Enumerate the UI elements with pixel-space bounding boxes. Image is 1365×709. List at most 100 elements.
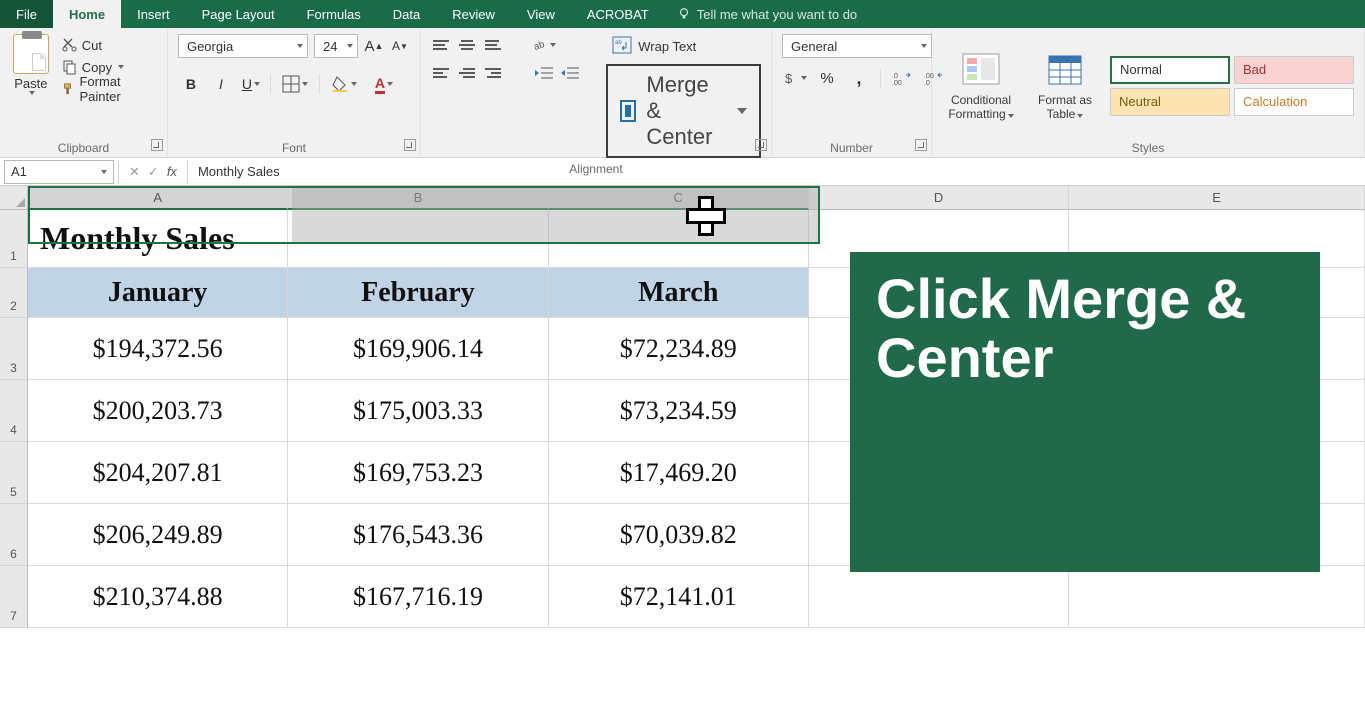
cell[interactable]: March — [549, 268, 809, 318]
column-header-C[interactable]: C — [549, 186, 809, 210]
tab-formulas[interactable]: Formulas — [291, 0, 377, 28]
cell[interactable]: $210,374.88 — [28, 566, 288, 628]
tell-me[interactable]: Tell me what you want to do — [665, 0, 869, 28]
cut-button[interactable]: Cut — [58, 34, 157, 56]
number-dialog-launcher[interactable] — [915, 139, 927, 151]
merge-center-button[interactable]: Merge & Center — [606, 64, 761, 158]
style-calculation[interactable]: Calculation — [1234, 88, 1354, 116]
cell[interactable]: $200,203.73 — [28, 380, 288, 442]
paste-button[interactable]: Paste — [10, 34, 52, 95]
cell-styles-gallery[interactable]: Normal Bad Neutral Calculation — [1110, 56, 1354, 116]
row-header-4[interactable]: 4 — [0, 380, 28, 442]
tab-page-layout[interactable]: Page Layout — [186, 0, 291, 28]
column-header-A[interactable]: A — [28, 186, 288, 210]
fp-label: Format Painter — [79, 74, 153, 104]
cancel-icon[interactable]: ✕ — [129, 164, 140, 180]
row-header-5[interactable]: 5 — [0, 442, 28, 504]
font-size-combo[interactable]: 24 — [314, 34, 358, 58]
column-header-D[interactable]: D — [809, 186, 1069, 210]
italic-button[interactable]: I — [208, 72, 234, 96]
clipboard-dialog-launcher[interactable] — [151, 139, 163, 151]
cell[interactable] — [288, 210, 548, 268]
row-header-3[interactable]: 3 — [0, 318, 28, 380]
align-bottom-button[interactable] — [483, 34, 507, 56]
align-center-button[interactable] — [457, 62, 481, 84]
cell[interactable]: $206,249.89 — [28, 504, 288, 566]
merge-label: Merge & Center — [646, 72, 725, 150]
cell[interactable]: $167,716.19 — [288, 566, 548, 628]
increase-indent-button[interactable] — [558, 62, 582, 84]
accounting-button[interactable]: $ — [782, 66, 808, 90]
orientation-button[interactable]: ab — [532, 34, 556, 56]
wrap-text-button[interactable]: ab Wrap Text — [606, 34, 761, 58]
font-color-button[interactable]: A — [366, 72, 402, 96]
align-left-button[interactable] — [431, 62, 455, 84]
bold-button[interactable]: B — [178, 72, 204, 96]
cell[interactable]: January — [28, 268, 288, 318]
format-as-table-button[interactable]: Format as Table — [1026, 46, 1104, 124]
tab-review[interactable]: Review — [436, 0, 511, 28]
tab-view[interactable]: View — [511, 0, 571, 28]
format-painter-button[interactable]: Format Painter — [58, 78, 157, 100]
column-header-B[interactable]: B — [288, 186, 548, 210]
cell[interactable] — [809, 566, 1069, 628]
column-header-E[interactable]: E — [1069, 186, 1365, 210]
font-name-combo[interactable]: Georgia — [178, 34, 308, 58]
number-format-combo[interactable]: General — [782, 34, 932, 58]
cell[interactable]: $175,003.33 — [288, 380, 548, 442]
conditional-formatting-button[interactable]: Conditional Formatting — [942, 46, 1020, 124]
name-box[interactable]: A1 — [4, 160, 114, 184]
borders-button[interactable] — [277, 72, 313, 96]
cell[interactable]: $72,141.01 — [549, 566, 809, 628]
cell[interactable]: $73,234.59 — [549, 380, 809, 442]
cell[interactable]: February — [288, 268, 548, 318]
style-bad[interactable]: Bad — [1234, 56, 1354, 84]
name-box-value: A1 — [11, 164, 27, 179]
increase-decimal-button[interactable]: .0.00 — [889, 66, 915, 90]
styles-group-label: Styles — [942, 137, 1354, 155]
percent-button[interactable]: % — [814, 66, 840, 90]
cell[interactable]: $169,906.14 — [288, 318, 548, 380]
align-middle-button[interactable] — [457, 34, 481, 56]
row-header-1[interactable]: 1 — [0, 210, 28, 268]
comma-button[interactable]: , — [846, 66, 872, 90]
tab-data[interactable]: Data — [377, 0, 436, 28]
bulb-icon — [677, 7, 691, 21]
tab-insert[interactable]: Insert — [121, 0, 186, 28]
fx-icon[interactable]: fx — [167, 164, 177, 179]
tab-file[interactable]: File — [0, 0, 53, 28]
row-header-7[interactable]: 7 — [0, 566, 28, 628]
style-neutral[interactable]: Neutral — [1110, 88, 1230, 116]
decrease-font-button[interactable]: A▼ — [390, 35, 410, 57]
font-dialog-launcher[interactable] — [404, 139, 416, 151]
align-top-button[interactable] — [431, 34, 455, 56]
clipboard-group-label: Clipboard — [10, 137, 157, 155]
tab-home[interactable]: Home — [53, 0, 121, 28]
format-as-table-icon — [1045, 50, 1085, 90]
row-header-6[interactable]: 6 — [0, 504, 28, 566]
cell[interactable] — [1069, 566, 1365, 628]
cell[interactable]: Monthly Sales — [28, 210, 288, 268]
cell[interactable]: $176,543.36 — [288, 504, 548, 566]
cell[interactable]: $72,234.89 — [549, 318, 809, 380]
increase-font-button[interactable]: A▲ — [364, 35, 384, 57]
formula-input[interactable]: Monthly Sales — [188, 164, 290, 179]
alignment-dialog-launcher[interactable] — [755, 139, 767, 151]
svg-text:.00: .00 — [892, 80, 902, 85]
underline-button[interactable]: U — [238, 72, 264, 96]
decrease-indent-button[interactable] — [532, 62, 556, 84]
cell[interactable]: $204,207.81 — [28, 442, 288, 504]
cell[interactable]: $17,469.20 — [549, 442, 809, 504]
row-header-2[interactable]: 2 — [0, 268, 28, 318]
cell[interactable] — [549, 210, 809, 268]
cell[interactable]: $70,039.82 — [549, 504, 809, 566]
cell[interactable]: $194,372.56 — [28, 318, 288, 380]
style-normal[interactable]: Normal — [1110, 56, 1230, 84]
align-right-button[interactable] — [483, 62, 507, 84]
fill-color-button[interactable] — [326, 72, 362, 96]
select-all-corner[interactable] — [0, 186, 28, 210]
cell[interactable]: $169,753.23 — [288, 442, 548, 504]
enter-icon[interactable]: ✓ — [148, 164, 159, 180]
tab-acrobat[interactable]: ACROBAT — [571, 0, 665, 28]
column-headers: ABCDE — [28, 186, 1365, 210]
